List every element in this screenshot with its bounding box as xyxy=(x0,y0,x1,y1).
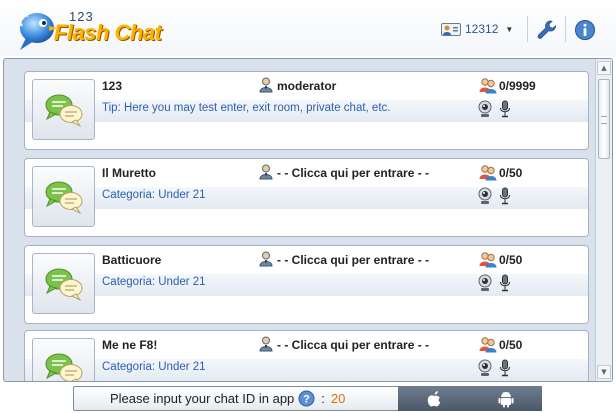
logo-text: Flash Chat xyxy=(54,20,162,45)
room-description: Categoria: Under 21 xyxy=(102,189,206,201)
wrench-icon xyxy=(537,20,557,39)
webcam-icon xyxy=(478,187,492,204)
room-user-count: 0/50 xyxy=(499,338,523,352)
moderator-icon xyxy=(259,164,273,180)
room-moderator[interactable]: - - Clicca qui per entrare - - xyxy=(277,338,429,352)
info-icon xyxy=(575,20,595,40)
microphone-icon xyxy=(500,187,510,205)
user-menu[interactable]: 12312 ▼ xyxy=(441,19,513,39)
room-item[interactable]: Me ne F8! Categoria: Under 21 - - Clicca… xyxy=(24,330,589,381)
scroll-up-arrow-icon[interactable]: ▲ xyxy=(597,61,611,75)
room-name: Batticuore xyxy=(102,253,162,267)
room-name: 123 xyxy=(102,79,123,93)
header: 123 Flash Chat 12312 ▼ xyxy=(0,0,616,56)
room-description: Categoria: Under 21 xyxy=(102,276,206,288)
apple-icon xyxy=(427,390,441,406)
room-user-count: 0/50 xyxy=(499,166,523,180)
webcam-icon xyxy=(478,359,492,376)
room-icon-box xyxy=(32,253,95,314)
room-name: Me ne F8! xyxy=(102,338,158,352)
vertical-scrollbar[interactable]: ▲ ▼ xyxy=(595,59,612,381)
users-icon xyxy=(479,337,497,353)
users-icon xyxy=(479,165,497,181)
users-icon xyxy=(479,78,497,94)
chat-id-bar: Please input your chat ID in app ? : 20 xyxy=(73,386,542,411)
app-logo: 123 Flash Chat xyxy=(14,6,164,52)
chat-bubbles-icon xyxy=(45,353,82,381)
apple-store-button[interactable] xyxy=(398,386,470,411)
chat-id-value: 20 xyxy=(330,391,346,406)
chat-bubbles-icon xyxy=(45,268,82,301)
help-button[interactable]: ? xyxy=(298,390,315,407)
room-item[interactable]: 123 Tip: Here you may test enter, exit r… xyxy=(24,71,589,150)
microphone-icon xyxy=(500,359,510,377)
chat-id-prompt: Please input your chat ID in app xyxy=(110,391,295,406)
room-icon-box xyxy=(32,338,95,381)
room-description: Tip: Here you may test enter, exit room,… xyxy=(102,102,391,114)
user-card-icon xyxy=(441,23,461,36)
moderator-icon xyxy=(259,251,273,267)
room-user-count: 0/50 xyxy=(499,253,523,267)
info-button[interactable] xyxy=(571,16,599,44)
moderator-icon xyxy=(259,77,273,93)
help-icon: ? xyxy=(298,390,315,407)
scrollbar-thumb[interactable] xyxy=(598,79,610,159)
room-item[interactable]: Il Muretto Categoria: Under 21 - - Clicc… xyxy=(24,158,589,237)
room-icon-box xyxy=(32,166,95,227)
room-user-count: 0/9999 xyxy=(499,79,536,93)
svg-text:?: ? xyxy=(303,394,310,406)
header-divider xyxy=(527,16,528,42)
room-list: 123 Tip: Here you may test enter, exit r… xyxy=(4,59,594,381)
chevron-down-icon: ▼ xyxy=(505,24,514,34)
scroll-down-arrow-icon[interactable]: ▼ xyxy=(597,365,611,379)
webcam-icon xyxy=(478,100,492,117)
chat-bubbles-icon xyxy=(45,94,82,127)
moderator-icon xyxy=(259,336,273,352)
chat-bubbles-icon xyxy=(45,181,82,214)
users-icon xyxy=(479,252,497,268)
webcam-icon xyxy=(478,274,492,291)
user-id: 12312 xyxy=(465,22,499,36)
chat-id-separator: : xyxy=(321,391,325,406)
room-moderator[interactable]: - - Clicca qui per entrare - - xyxy=(277,166,429,180)
header-divider xyxy=(565,16,566,42)
room-list-panel: 123 Tip: Here you may test enter, exit r… xyxy=(3,58,613,382)
room-name: Il Muretto xyxy=(102,166,156,180)
room-moderator[interactable]: - - Clicca qui per entrare - - xyxy=(277,253,429,267)
microphone-icon xyxy=(500,274,510,292)
microphone-icon xyxy=(500,100,510,118)
android-icon xyxy=(498,391,514,407)
settings-button[interactable] xyxy=(533,16,561,44)
room-icon-box xyxy=(32,79,95,140)
room-moderator: moderator xyxy=(277,79,337,93)
android-store-button[interactable] xyxy=(470,386,542,411)
room-description: Categoria: Under 21 xyxy=(102,361,206,373)
room-item[interactable]: Batticuore Categoria: Under 21 - - Clicc… xyxy=(24,245,589,324)
